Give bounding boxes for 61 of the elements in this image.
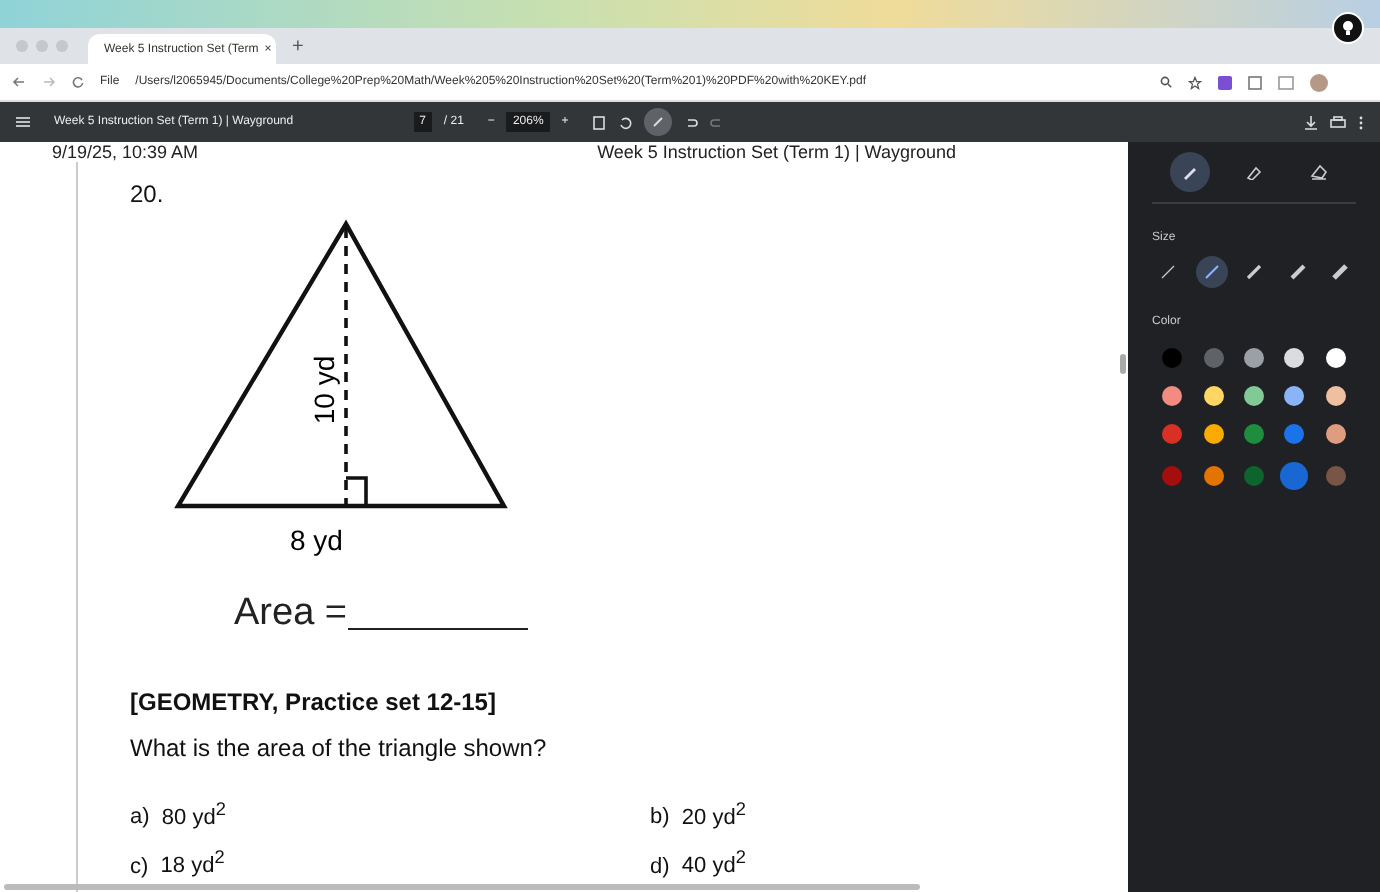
color-swatch[interactable] xyxy=(1284,386,1305,406)
page-title: Week 5 Instruction Set (Term 1) | Wayground xyxy=(597,142,956,162)
reload-icon[interactable] xyxy=(72,76,84,88)
color-swatch[interactable] xyxy=(1162,424,1183,444)
color-swatch[interactable] xyxy=(1284,348,1305,368)
more-icon[interactable] xyxy=(1358,115,1364,129)
answer-choice: a) 80 yd$^{2}$ xyxy=(130,798,228,830)
color-swatch[interactable] xyxy=(1325,466,1346,486)
answer-choice: d) 40 yd$^{2}$ xyxy=(650,847,748,879)
size-button[interactable] xyxy=(1195,256,1227,288)
download-icon[interactable] xyxy=(1304,115,1318,129)
color-swatch[interactable] xyxy=(1162,466,1183,486)
undo-icon[interactable] xyxy=(684,115,699,129)
color-swatch[interactable] xyxy=(1243,466,1264,486)
scrollbar[interactable] xyxy=(4,884,920,890)
star-icon[interactable] xyxy=(1188,75,1202,89)
print-icon[interactable] xyxy=(1330,115,1346,129)
highlighter-icon xyxy=(1246,164,1262,180)
section-heading: [GEOMETRY, Practice set 12-15] xyxy=(130,688,498,716)
color-swatch[interactable] xyxy=(1203,424,1224,444)
pen-icon xyxy=(1182,164,1198,180)
extension-icon[interactable] xyxy=(1218,75,1232,89)
square-icon[interactable] xyxy=(1248,75,1262,89)
color-swatch[interactable] xyxy=(1243,348,1264,368)
color-swatch[interactable] xyxy=(1325,424,1346,444)
avatar-icon[interactable] xyxy=(1310,73,1328,91)
new-tab-button[interactable]: + xyxy=(292,35,304,57)
zoom-icon[interactable] xyxy=(1160,76,1172,88)
color-swatch[interactable] xyxy=(1203,386,1224,406)
base-label: 8 yd xyxy=(290,524,343,556)
answer-choice: b) 20 yd$^{2}$ xyxy=(650,798,748,830)
fit-page-icon[interactable] xyxy=(592,115,607,129)
color-swatch[interactable] xyxy=(1162,386,1183,406)
answer-choice: c) 18 yd$^{2}$ xyxy=(130,847,227,879)
height-label: 10 yd xyxy=(308,354,341,424)
tool-button[interactable] xyxy=(1170,152,1210,192)
pen-size-icon xyxy=(1203,264,1219,280)
area-label: Area = xyxy=(234,592,348,636)
question-number: 20. xyxy=(130,180,166,208)
color-swatch[interactable] xyxy=(1243,424,1264,444)
color-swatch[interactable] xyxy=(1203,348,1224,368)
rotate-icon[interactable] xyxy=(618,115,633,129)
color-swatch[interactable] xyxy=(1325,348,1346,368)
pen-size-icon xyxy=(1246,264,1262,280)
redo-icon[interactable] xyxy=(710,115,725,129)
color-swatch[interactable] xyxy=(1243,386,1264,406)
menu-icon[interactable] xyxy=(16,116,30,128)
color-swatch[interactable] xyxy=(1325,386,1346,406)
color-swatch[interactable] xyxy=(1284,424,1305,444)
print-date: 9/19/25, 10:39 AM xyxy=(52,142,199,162)
eraser-icon xyxy=(1309,164,1327,180)
pen-size-icon xyxy=(1289,264,1305,280)
scroll-handle[interactable] xyxy=(1120,354,1126,374)
pen-size-icon xyxy=(1160,264,1176,280)
pen-size-icon xyxy=(1332,264,1348,280)
color-swatch[interactable] xyxy=(1203,466,1224,486)
color-swatch[interactable] xyxy=(1162,348,1183,368)
color-swatch[interactable] xyxy=(1280,462,1309,490)
question-prompt: What is the area of the triangle shown? xyxy=(130,734,549,762)
annotate-icon[interactable] xyxy=(644,108,673,136)
back-icon[interactable] xyxy=(12,76,26,88)
